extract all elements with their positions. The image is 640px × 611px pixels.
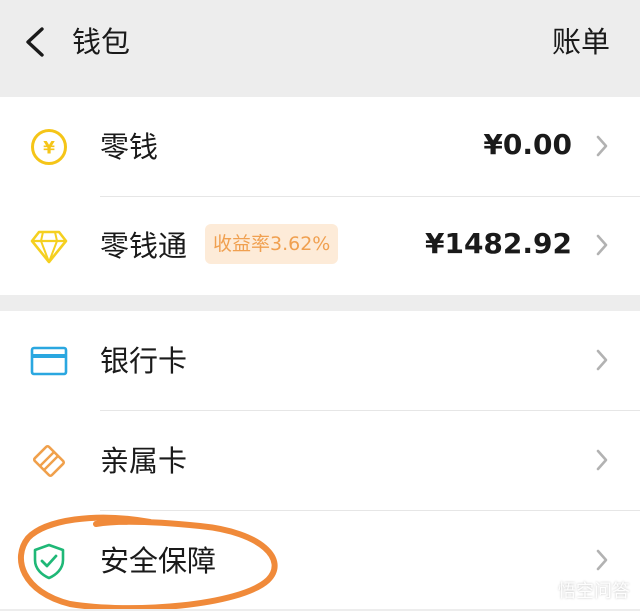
bank-card-icon bbox=[30, 346, 68, 376]
watermark: 悟空问答 bbox=[532, 577, 630, 603]
balance-card: ¥ 零钱 ¥0.00 零钱通 收益率3.62% ¥1482.92 bbox=[0, 97, 640, 295]
cards-section: 银行卡 亲属卡 安全保障 bbox=[0, 311, 640, 609]
chevron-right-icon bbox=[596, 449, 608, 471]
family-card-row[interactable]: 亲属卡 bbox=[0, 411, 640, 511]
change-row[interactable]: ¥ 零钱 ¥0.00 bbox=[0, 97, 640, 197]
family-card-label: 亲属卡 bbox=[100, 444, 188, 478]
bill-button[interactable]: 账单 bbox=[552, 22, 610, 62]
chevron-right-icon bbox=[596, 349, 608, 371]
page-title: 钱包 bbox=[72, 25, 131, 59]
diamond-icon bbox=[30, 230, 68, 264]
change-amount: ¥0.00 bbox=[483, 128, 572, 161]
chevron-right-icon bbox=[596, 234, 608, 256]
top-bar: 钱包 账单 bbox=[0, 0, 640, 96]
family-card-icon bbox=[32, 444, 66, 478]
yield-rate-badge: 收益率3.62% bbox=[205, 224, 339, 264]
wukong-logo-icon bbox=[532, 579, 554, 601]
chevron-right-icon bbox=[596, 549, 608, 571]
change-label: 零钱 bbox=[100, 130, 159, 164]
yuan-coin-icon: ¥ bbox=[31, 129, 67, 165]
svg-text:¥: ¥ bbox=[43, 139, 55, 159]
security-shield-icon bbox=[33, 543, 65, 580]
lingqiantong-label: 零钱通 bbox=[100, 229, 188, 263]
watermark-text: 悟空问答 bbox=[558, 581, 630, 602]
bank-card-row[interactable]: 银行卡 bbox=[0, 311, 640, 411]
security-label: 安全保障 bbox=[100, 544, 217, 578]
lingqiantong-amount: ¥1482.92 bbox=[424, 227, 572, 260]
back-arrow-icon[interactable] bbox=[22, 27, 48, 57]
chevron-right-icon bbox=[596, 135, 608, 157]
lingqiantong-row[interactable]: 零钱通 收益率3.62% ¥1482.92 bbox=[0, 196, 640, 296]
bank-card-label: 银行卡 bbox=[100, 344, 188, 378]
